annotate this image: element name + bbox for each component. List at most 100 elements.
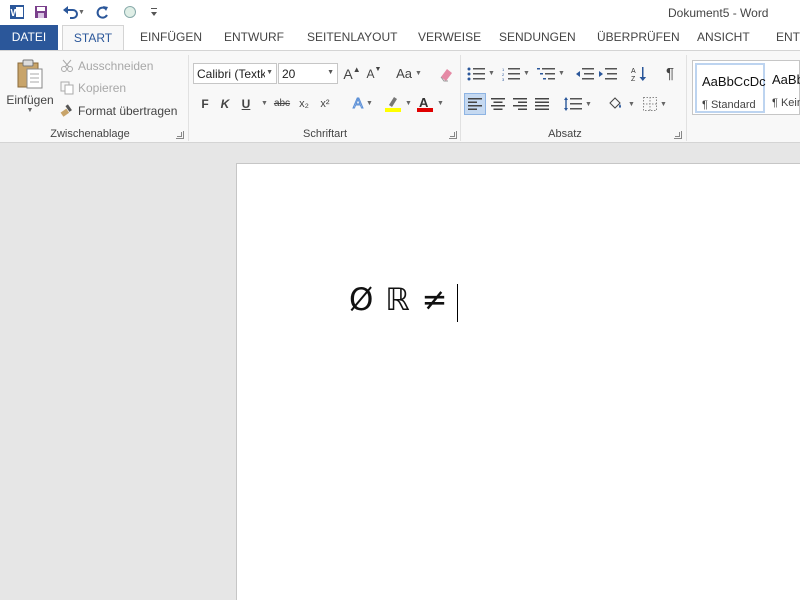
- styles-gallery: AaBbCcDc ¶ Standard AaBbCcDc ¶ Kein: [692, 60, 800, 115]
- tab-einfuegen[interactable]: EINFÜGEN: [140, 25, 202, 50]
- shading-button[interactable]: ▼: [606, 93, 636, 115]
- group-separator: [460, 55, 461, 141]
- svg-text:W: W: [11, 8, 21, 19]
- superscript-button[interactable]: x²: [316, 93, 334, 114]
- font-color-button[interactable]: A ▼: [415, 93, 445, 114]
- touch-mode-icon[interactable]: [119, 2, 141, 22]
- document-text[interactable]: Ø ℝ ≠: [349, 282, 460, 318]
- group-separator: [686, 55, 687, 141]
- style-sample: AaBbCcDc: [772, 72, 800, 87]
- line-spacing-icon: [564, 97, 583, 111]
- text-cursor: [457, 284, 458, 322]
- shrink-font-button[interactable]: A ▼: [364, 63, 384, 84]
- tab-datei[interactable]: DATEI: [0, 25, 58, 50]
- underline-dropdown-icon[interactable]: ▼: [261, 100, 268, 107]
- clear-formatting-button[interactable]: [436, 63, 456, 84]
- bullets-button[interactable]: ▼: [466, 63, 496, 84]
- font-size-dropdown-icon: ▼: [327, 69, 334, 76]
- text-effects-button[interactable]: A ▼: [348, 93, 378, 114]
- ribbon: Einfügen ▼ Ausschneiden Kopieren Format …: [0, 50, 800, 143]
- style-kein-leerraum[interactable]: AaBbCcDc ¶ Kein: [767, 63, 800, 113]
- highlighter-icon: [385, 96, 402, 112]
- highlight-color-button[interactable]: ▼: [382, 93, 414, 114]
- tab-entwurf[interactable]: ENTWURF: [224, 25, 284, 50]
- svg-text:A: A: [631, 68, 636, 75]
- multilevel-list-icon: [537, 67, 556, 79]
- word-logo-icon[interactable]: W: [6, 2, 28, 22]
- underline-button[interactable]: U: [238, 93, 254, 114]
- italic-button[interactable]: K: [217, 93, 233, 114]
- show-formatting-marks-button[interactable]: ¶: [660, 63, 680, 84]
- align-right-button[interactable]: [510, 93, 530, 115]
- group-label-paragraph: Absatz: [548, 128, 582, 140]
- document-page[interactable]: Ø ℝ ≠: [236, 163, 800, 600]
- tab-ansicht[interactable]: ANSICHT: [697, 25, 750, 50]
- font-name-dropdown-icon: ▼: [266, 69, 273, 76]
- change-case-button[interactable]: Aa ▼: [392, 63, 426, 84]
- align-left-button[interactable]: [464, 93, 486, 115]
- font-size-combo[interactable]: 20 ▼: [278, 63, 338, 84]
- tab-sendungen[interactable]: SENDUNGEN: [499, 25, 576, 50]
- font-name-combo[interactable]: Calibri (Textk ▼: [193, 63, 277, 84]
- document-area: Ø ℝ ≠: [0, 144, 800, 600]
- copy-label: Kopieren: [78, 81, 127, 95]
- borders-icon: [643, 97, 658, 111]
- group-label-clipboard: Zwischenablage: [50, 128, 130, 140]
- svg-text:A: A: [419, 95, 429, 110]
- tab-start[interactable]: START: [62, 25, 124, 51]
- customize-qat-icon[interactable]: [143, 2, 165, 22]
- font-color-icon: A: [417, 95, 434, 112]
- svg-text:Z: Z: [631, 76, 636, 82]
- justify-icon: [535, 98, 549, 110]
- tab-entwickler[interactable]: ENTW: [776, 25, 800, 50]
- tab-verweise[interactable]: VERWEISE: [418, 25, 481, 50]
- text-effects-icon: A: [353, 95, 364, 113]
- copy-button[interactable]: Kopieren: [60, 79, 126, 97]
- clipboard-launcher-icon[interactable]: [176, 131, 184, 139]
- align-center-icon: [491, 98, 505, 110]
- format-painter-label: Format übertragen: [78, 104, 178, 118]
- bold-button[interactable]: F: [197, 93, 213, 114]
- numbering-button[interactable]: 1 2 3 ▼: [500, 63, 532, 84]
- quick-access-toolbar: W ▼: [6, 2, 165, 22]
- tab-ueberpruefen[interactable]: ÜBERPRÜFEN: [597, 25, 680, 50]
- sort-button[interactable]: AZ: [629, 63, 649, 84]
- undo-dropdown-icon[interactable]: ▼: [78, 9, 85, 16]
- paragraph-launcher-icon[interactable]: [674, 131, 682, 139]
- clipboard-icon: [17, 59, 43, 89]
- font-launcher-icon[interactable]: [449, 131, 457, 139]
- increase-indent-button[interactable]: [598, 63, 618, 84]
- justify-button[interactable]: [532, 93, 552, 115]
- window-title: Dokument5 - Word: [668, 6, 769, 20]
- ribbon-tabs: DATEI START EINFÜGEN ENTWURF SEITENLAYOU…: [0, 25, 800, 51]
- grow-font-button[interactable]: A ▲: [342, 63, 362, 84]
- multilevel-list-button[interactable]: ▼: [535, 63, 567, 84]
- paste-label: Einfügen: [6, 93, 54, 107]
- font-size-value: 20: [282, 66, 296, 81]
- paintbrush-icon: [60, 104, 72, 117]
- svg-text:3: 3: [502, 77, 505, 81]
- group-label-font: Schriftart: [302, 128, 347, 140]
- align-center-button[interactable]: [488, 93, 508, 115]
- paste-dropdown-icon: ▼: [26, 107, 34, 114]
- eraser-icon: [440, 68, 452, 81]
- change-case-icon: Aa: [396, 66, 412, 81]
- subscript-button[interactable]: x₂: [295, 93, 313, 114]
- decrease-indent-button[interactable]: [575, 63, 595, 84]
- paste-button[interactable]: Einfügen ▼: [6, 57, 54, 125]
- cut-label: Ausschneiden: [78, 59, 154, 73]
- borders-button[interactable]: ▼: [640, 93, 670, 115]
- line-spacing-button[interactable]: ▼: [562, 93, 594, 115]
- paint-bucket-icon: [609, 97, 622, 109]
- strikethrough-button[interactable]: abc: [271, 93, 293, 114]
- title-bar: W ▼ Dokument5 - Word: [0, 0, 800, 25]
- cut-button[interactable]: Ausschneiden: [60, 57, 153, 75]
- tab-seitenlayout[interactable]: SEITENLAYOUT: [307, 25, 397, 50]
- redo-icon[interactable]: [91, 2, 113, 22]
- format-painter-button[interactable]: Format übertragen: [60, 102, 177, 120]
- save-icon[interactable]: [30, 2, 52, 22]
- style-standard[interactable]: AaBbCcDc ¶ Standard: [695, 63, 766, 113]
- bullet-list-icon: [467, 67, 486, 80]
- group-separator: [188, 55, 189, 141]
- grow-font-icon: A: [343, 65, 353, 82]
